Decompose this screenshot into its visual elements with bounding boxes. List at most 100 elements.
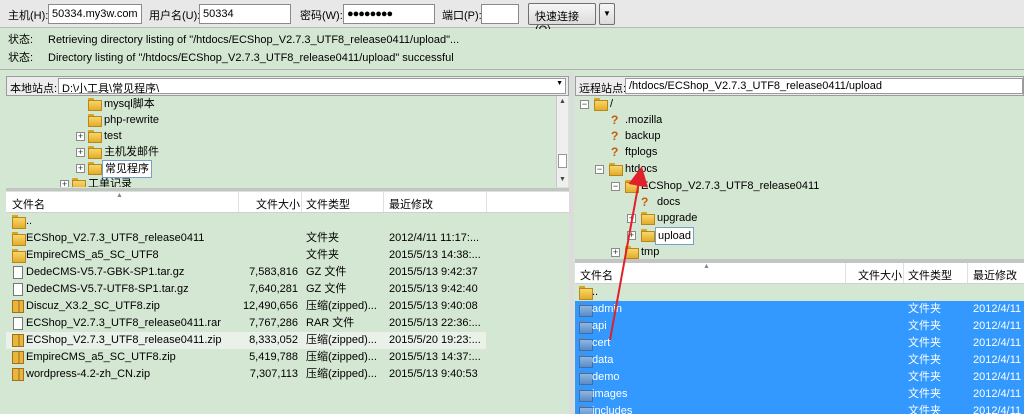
- log-status-text: Directory listing of "/htdocs/ECShop_V2.…: [48, 52, 454, 64]
- folder-icon: [579, 388, 593, 402]
- tree-node-label: backup: [625, 130, 661, 142]
- file-name: api: [592, 320, 607, 332]
- file-name: ..: [592, 286, 599, 298]
- table-row[interactable]: DedeCMS-V5.7-GBK-SP1.tar.gz 7,583,816 GZ…: [6, 264, 569, 281]
- tree-node-label: php-rewrite: [104, 114, 160, 126]
- file-type: 文件夹: [908, 388, 941, 400]
- table-row[interactable]: includes 文件夹 2012/4/11: [575, 403, 1024, 414]
- port-input[interactable]: [481, 4, 519, 24]
- file-name: DedeCMS-V5.7-GBK-SP1.tar.gz: [26, 266, 185, 278]
- column-header-filename[interactable]: 文件名: [580, 267, 613, 283]
- file-modified: 2012/4/11 11:17:...: [389, 232, 480, 244]
- quickconnect-button[interactable]: 快速连接(Q): [528, 3, 596, 36]
- file-modified: 2012/4/11: [973, 371, 1022, 383]
- tree-node-label: /: [610, 98, 614, 110]
- expand-icon[interactable]: +: [76, 164, 85, 173]
- local-file-list: .. ECShop_V2.7.3_UTF8_release0411 文件夹 20…: [6, 213, 569, 414]
- column-header-filename[interactable]: 文件名: [12, 196, 45, 212]
- file-name: ECShop_V2.7.3_UTF8_release0411.rar: [26, 317, 221, 329]
- table-row[interactable]: ..: [575, 284, 1024, 301]
- table-row[interactable]: Discuz_X3.2_SC_UTF8.zip 12,490,656 压缩(zi…: [6, 298, 569, 315]
- port-label: 端口(P):: [442, 10, 482, 22]
- remote-site-path-input[interactable]: /htdocs/ECShop_V2.7.3_UTF8_release0411/u…: [625, 78, 1023, 94]
- scroll-down-icon[interactable]: ▼: [557, 174, 568, 186]
- tree-node-label: htdocs: [625, 163, 658, 175]
- column-header-size[interactable]: 文件大小: [858, 267, 902, 283]
- expand-icon[interactable]: +: [60, 180, 69, 187]
- folder-icon: [579, 337, 593, 351]
- local-site-path-input[interactable]: D:\小工具\常见程序\ ▼: [58, 78, 566, 94]
- file-name: ECShop_V2.7.3_UTF8_release0411.zip: [26, 334, 222, 346]
- expand-icon[interactable]: +: [76, 132, 85, 141]
- collapse-icon[interactable]: −: [595, 165, 604, 174]
- file-size: 5,419,788: [249, 351, 298, 363]
- table-row[interactable]: wordpress-4.2-zh_CN.zip 7,307,113 压缩(zip…: [6, 366, 569, 383]
- file-modified: 2015/5/13 14:37:...: [389, 351, 481, 363]
- file-size: 8,333,052: [249, 334, 298, 346]
- folder-icon: [625, 179, 639, 193]
- file-type: 压缩(zipped)...: [306, 300, 377, 312]
- scroll-up-icon[interactable]: ▲: [557, 96, 568, 108]
- file-modified: 2012/4/11: [973, 405, 1022, 414]
- column-header-type[interactable]: 文件类型: [306, 196, 350, 212]
- table-row[interactable]: EmpireCMS_a5_SC_UTF8.zip 5,419,788 压缩(zi…: [6, 349, 569, 366]
- file-icon: [13, 283, 23, 296]
- column-header-modified[interactable]: 最近修改: [973, 267, 1017, 283]
- table-row[interactable]: data 文件夹 2012/4/11: [575, 352, 1024, 369]
- message-log: 状态: Retrieving directory listing of "/htd…: [0, 29, 1024, 70]
- table-row[interactable]: cert 文件夹 2012/4/11: [575, 335, 1024, 352]
- file-name: ECShop_V2.7.3_UTF8_release0411: [26, 232, 205, 244]
- username-label: 用户名(U):: [149, 10, 201, 22]
- expand-icon[interactable]: +: [611, 248, 620, 257]
- table-row[interactable]: DedeCMS-V5.7-UTF8-SP1.tar.gz 7,640,281 G…: [6, 281, 569, 298]
- collapse-icon[interactable]: −: [580, 100, 589, 109]
- quickconnect-dropdown-button[interactable]: ▼: [599, 3, 615, 25]
- chevron-down-icon[interactable]: ▼: [556, 80, 563, 87]
- table-row[interactable]: ECShop_V2.7.3_UTF8_release0411.rar 7,767…: [6, 315, 569, 332]
- password-label: 密码(W):: [300, 10, 343, 22]
- table-row[interactable]: admin 文件夹 2012/4/11: [575, 301, 1024, 318]
- local-tree-scrollbar[interactable]: ▲ ▼: [556, 96, 568, 187]
- zip-icon: [12, 334, 24, 347]
- pane-splitter[interactable]: [569, 72, 574, 414]
- log-line: 状态: Retrieving directory listing of "/htd…: [8, 31, 459, 49]
- collapse-icon[interactable]: −: [611, 182, 620, 191]
- expand-icon[interactable]: +: [76, 148, 85, 157]
- question-folder-icon: ?: [611, 144, 623, 159]
- table-row[interactable]: EmpireCMS_a5_SC_UTF8 文件夹 2015/5/13 14:38…: [6, 247, 569, 264]
- log-status-text: Retrieving directory listing of "/htdocs…: [48, 34, 460, 46]
- file-size: 7,583,816: [249, 266, 298, 278]
- question-folder-icon: ?: [611, 112, 623, 127]
- host-input[interactable]: 50334.my3w.com: [48, 4, 142, 24]
- file-modified: 2012/4/11: [973, 337, 1022, 349]
- column-header-type[interactable]: 文件类型: [908, 267, 952, 283]
- file-name: ..: [26, 215, 33, 227]
- expand-icon[interactable]: +: [627, 214, 636, 223]
- folder-icon: [88, 145, 102, 159]
- file-type: 压缩(zipped)...: [306, 351, 377, 363]
- zip-icon: [12, 351, 24, 364]
- table-row[interactable]: images 文件夹 2012/4/11: [575, 386, 1024, 403]
- zip-icon: [12, 368, 24, 381]
- question-folder-icon: ?: [641, 194, 653, 209]
- file-type: 文件夹: [908, 303, 941, 315]
- column-header-modified[interactable]: 最近修改: [389, 196, 433, 212]
- column-header-size[interactable]: 文件大小: [256, 196, 300, 212]
- table-row[interactable]: ECShop_V2.7.3_UTF8_release0411.zip 8,333…: [6, 332, 486, 349]
- table-row[interactable]: ..: [6, 213, 569, 230]
- folder-icon: [12, 232, 26, 246]
- table-row[interactable]: demo 文件夹 2012/4/11: [575, 369, 1024, 386]
- username-input[interactable]: 50334: [199, 4, 291, 24]
- table-row[interactable]: api 文件夹 2012/4/11: [575, 318, 1024, 335]
- scrollbar-thumb[interactable]: [558, 154, 567, 168]
- zip-icon: [12, 300, 24, 313]
- file-name: EmpireCMS_a5_SC_UTF8.zip: [26, 351, 176, 363]
- file-type: 文件夹: [908, 405, 941, 414]
- file-icon: [13, 317, 23, 330]
- password-input[interactable]: ●●●●●●●●: [343, 4, 435, 24]
- folder-icon: [88, 161, 102, 175]
- expand-icon[interactable]: +: [627, 231, 636, 240]
- local-pane-splitter[interactable]: [6, 188, 569, 191]
- file-type: 压缩(zipped)...: [306, 368, 377, 380]
- table-row[interactable]: ECShop_V2.7.3_UTF8_release0411 文件夹 2012/…: [6, 230, 569, 247]
